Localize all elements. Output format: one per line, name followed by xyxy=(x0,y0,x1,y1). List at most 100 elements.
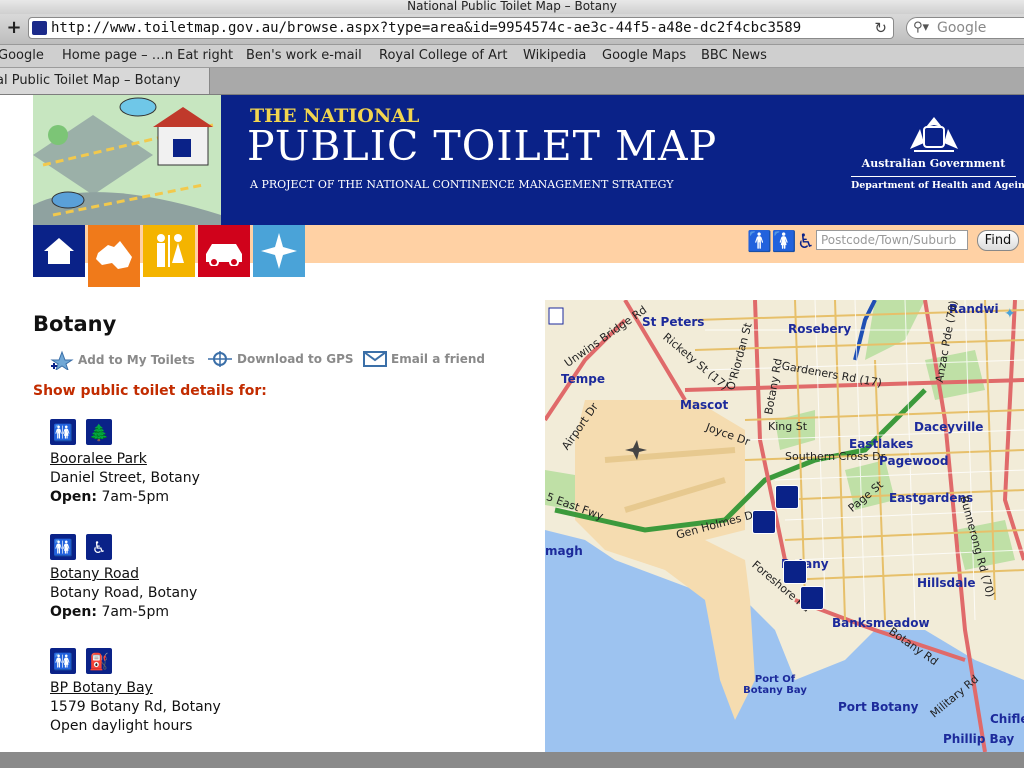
map-place-label: Eastlakes xyxy=(849,437,914,451)
map-place-label: magh xyxy=(545,544,583,558)
header-illustration xyxy=(33,95,221,225)
map-place-label: Port Of Botany Bay xyxy=(743,674,807,696)
map-place-label: Mascot xyxy=(680,398,729,412)
male-female-icon xyxy=(157,234,184,267)
bookmark-google-maps[interactable]: Google Maps xyxy=(602,48,686,63)
nav-toilets-button[interactable] xyxy=(143,225,195,277)
reload-icon[interactable]: ↻ xyxy=(874,19,887,37)
coat-of-arms-icon xyxy=(909,117,958,152)
male-female-icon: 🚻 xyxy=(50,534,76,560)
search-icon: ⚲▾ xyxy=(913,20,930,35)
government-name: Australian Government xyxy=(861,157,1006,170)
bookmark-wikipedia[interactable]: Wikipedia xyxy=(523,48,586,63)
nav-australia-button[interactable] xyxy=(88,225,140,287)
home-icon xyxy=(44,238,74,264)
toilet-name-link[interactable]: Botany Road xyxy=(50,566,197,582)
toilet-listing: 🚻 ♿ Botany Road Botany Road, Botany Open… xyxy=(50,534,197,620)
nav-home-button[interactable] xyxy=(33,225,85,277)
toilet-map-marker[interactable] xyxy=(783,560,807,584)
download-gps-button[interactable]: Download to GPS xyxy=(207,350,354,368)
bookmarks-bar: Google Home page – …n Eat right Ben's wo… xyxy=(0,45,1024,68)
browser-search-placeholder[interactable]: Google xyxy=(937,20,986,36)
toilet-hours: Open: 7am-5pm xyxy=(50,604,197,620)
toilet-listing: 🚻 🌲 Booralee Park Daniel Street, Botany … xyxy=(50,419,200,505)
map-place-label: Port Botany xyxy=(838,700,919,714)
show-details-heading: Show public toilet details for: xyxy=(33,383,267,399)
add-to-my-toilets-button[interactable]: Add to My Toilets xyxy=(50,350,195,370)
area-map[interactable]: St Peters Rosebery Randwi Tempe Mascot D… xyxy=(545,300,1024,752)
car-icon xyxy=(206,244,242,266)
brand-subtitle: A PROJECT OF THE NATIONAL CONTINENCE MAN… xyxy=(250,178,674,191)
postcode-search-input[interactable]: Postcode/Town/Suburb xyxy=(816,230,968,250)
government-logo[interactable]: Australian Government Department of Heal… xyxy=(851,113,1024,191)
map-place-label: Tempe xyxy=(561,372,605,386)
toilet-name-link[interactable]: Booralee Park xyxy=(50,451,200,467)
map-road-label: Southern Cross Dr xyxy=(785,450,886,463)
hours-value: 7am-5pm xyxy=(101,489,170,505)
map-compass-icon[interactable]: ✦ xyxy=(1004,306,1020,322)
site-favicon-icon xyxy=(32,21,47,35)
map-place-label: Pagewood xyxy=(879,454,949,468)
nav-road-trip-button[interactable] xyxy=(198,225,250,277)
map-place-label: Chifle xyxy=(990,712,1024,726)
fuel-icon: ⛽ xyxy=(86,648,112,674)
female-icon[interactable]: 🚺 xyxy=(772,229,797,253)
add-bookmark-button[interactable]: + xyxy=(4,18,24,38)
url-text[interactable]: http://www.toiletmap.gov.au/browse.aspx?… xyxy=(51,20,801,36)
wheelchair-icon: ♿ xyxy=(86,534,112,560)
nav-explore-button[interactable] xyxy=(253,225,305,277)
toilet-address: Botany Road, Botany xyxy=(50,585,198,601)
download-gps-label: Download to GPS xyxy=(237,352,354,366)
compass-star-icon xyxy=(261,233,297,269)
toilet-map-marker[interactable] xyxy=(800,586,824,610)
email-friend-label: Email a friend xyxy=(391,352,486,366)
add-star-icon xyxy=(50,350,74,370)
hours-label: Open: xyxy=(50,604,97,620)
hours-label: Open: xyxy=(50,489,97,505)
toilet-listing: 🚻 ⛽ BP Botany Bay 1579 Botany Rd, Botany… xyxy=(50,648,221,734)
toilet-map-marker[interactable] xyxy=(775,485,799,509)
tab-strip: al Public Toilet Map – Botany xyxy=(0,68,1024,95)
brand-title[interactable]: PUBLIC TOILET MAP xyxy=(247,122,717,170)
bookmark-work-email[interactable]: Ben's work e-mail xyxy=(246,48,362,63)
toilet-address: 1579 Botany Rd, Botany xyxy=(50,699,221,715)
map-place-label: Phillip Bay xyxy=(943,732,1015,746)
map-place-label: Banksmeadow xyxy=(832,616,930,630)
gps-icon xyxy=(208,351,232,367)
browser-toolbar: + http://www.toiletmap.gov.au/browse.asp… xyxy=(0,14,1024,45)
find-button[interactable]: Find xyxy=(977,230,1019,251)
toilet-hours: Open daylight hours xyxy=(50,718,221,734)
window-title: National Public Toilet Map – Botany xyxy=(0,0,1024,14)
map-place-label: St Peters xyxy=(642,315,705,329)
wheelchair-icon[interactable]: ♿ xyxy=(797,229,815,253)
email-friend-button[interactable]: Email a friend xyxy=(363,350,485,368)
nav-strip: 🚹🚺♿ Postcode/Town/Suburb Find xyxy=(33,225,1024,287)
bookmark-google[interactable]: Google xyxy=(0,48,44,63)
facility-filter-icons[interactable]: 🚹🚺♿ xyxy=(747,229,815,253)
toilet-name-link[interactable]: BP Botany Bay xyxy=(50,680,221,696)
add-to-my-toilets-label: Add to My Toilets xyxy=(78,353,195,367)
browser-search-box[interactable]: ⚲▾ Google xyxy=(906,17,1024,39)
map-place-label: Rosebery xyxy=(788,322,852,336)
tree-icon: 🌲 xyxy=(86,419,112,445)
bookmark-bbc-news[interactable]: BBC News xyxy=(701,48,767,63)
page-title: Botany xyxy=(33,312,117,336)
australia-map-icon xyxy=(96,241,132,269)
browser-status-bar xyxy=(0,752,1024,768)
toilet-hours: Open: 7am-5pm xyxy=(50,489,200,505)
male-female-icon: 🚻 xyxy=(50,419,76,445)
toilet-address: Daniel Street, Botany xyxy=(50,470,200,486)
map-place-label: Daceyville xyxy=(914,420,984,434)
envelope-icon xyxy=(363,351,387,367)
bookmark-royal-college[interactable]: Royal College of Art xyxy=(379,48,507,63)
male-icon[interactable]: 🚹 xyxy=(747,229,772,253)
address-bar[interactable]: http://www.toiletmap.gov.au/browse.aspx?… xyxy=(28,17,894,39)
male-female-icon: 🚻 xyxy=(50,648,76,674)
bookmark-home-page[interactable]: Home page – …n Eat right xyxy=(62,48,233,63)
hours-value: Open daylight hours xyxy=(50,718,193,734)
tab-active[interactable]: al Public Toilet Map – Botany xyxy=(0,68,210,94)
hours-value: 7am-5pm xyxy=(101,604,170,620)
map-place-label: Hillsdale xyxy=(917,576,976,590)
government-department: Department of Health and Ageing xyxy=(851,176,1024,191)
toilet-map-marker[interactable] xyxy=(752,510,776,534)
